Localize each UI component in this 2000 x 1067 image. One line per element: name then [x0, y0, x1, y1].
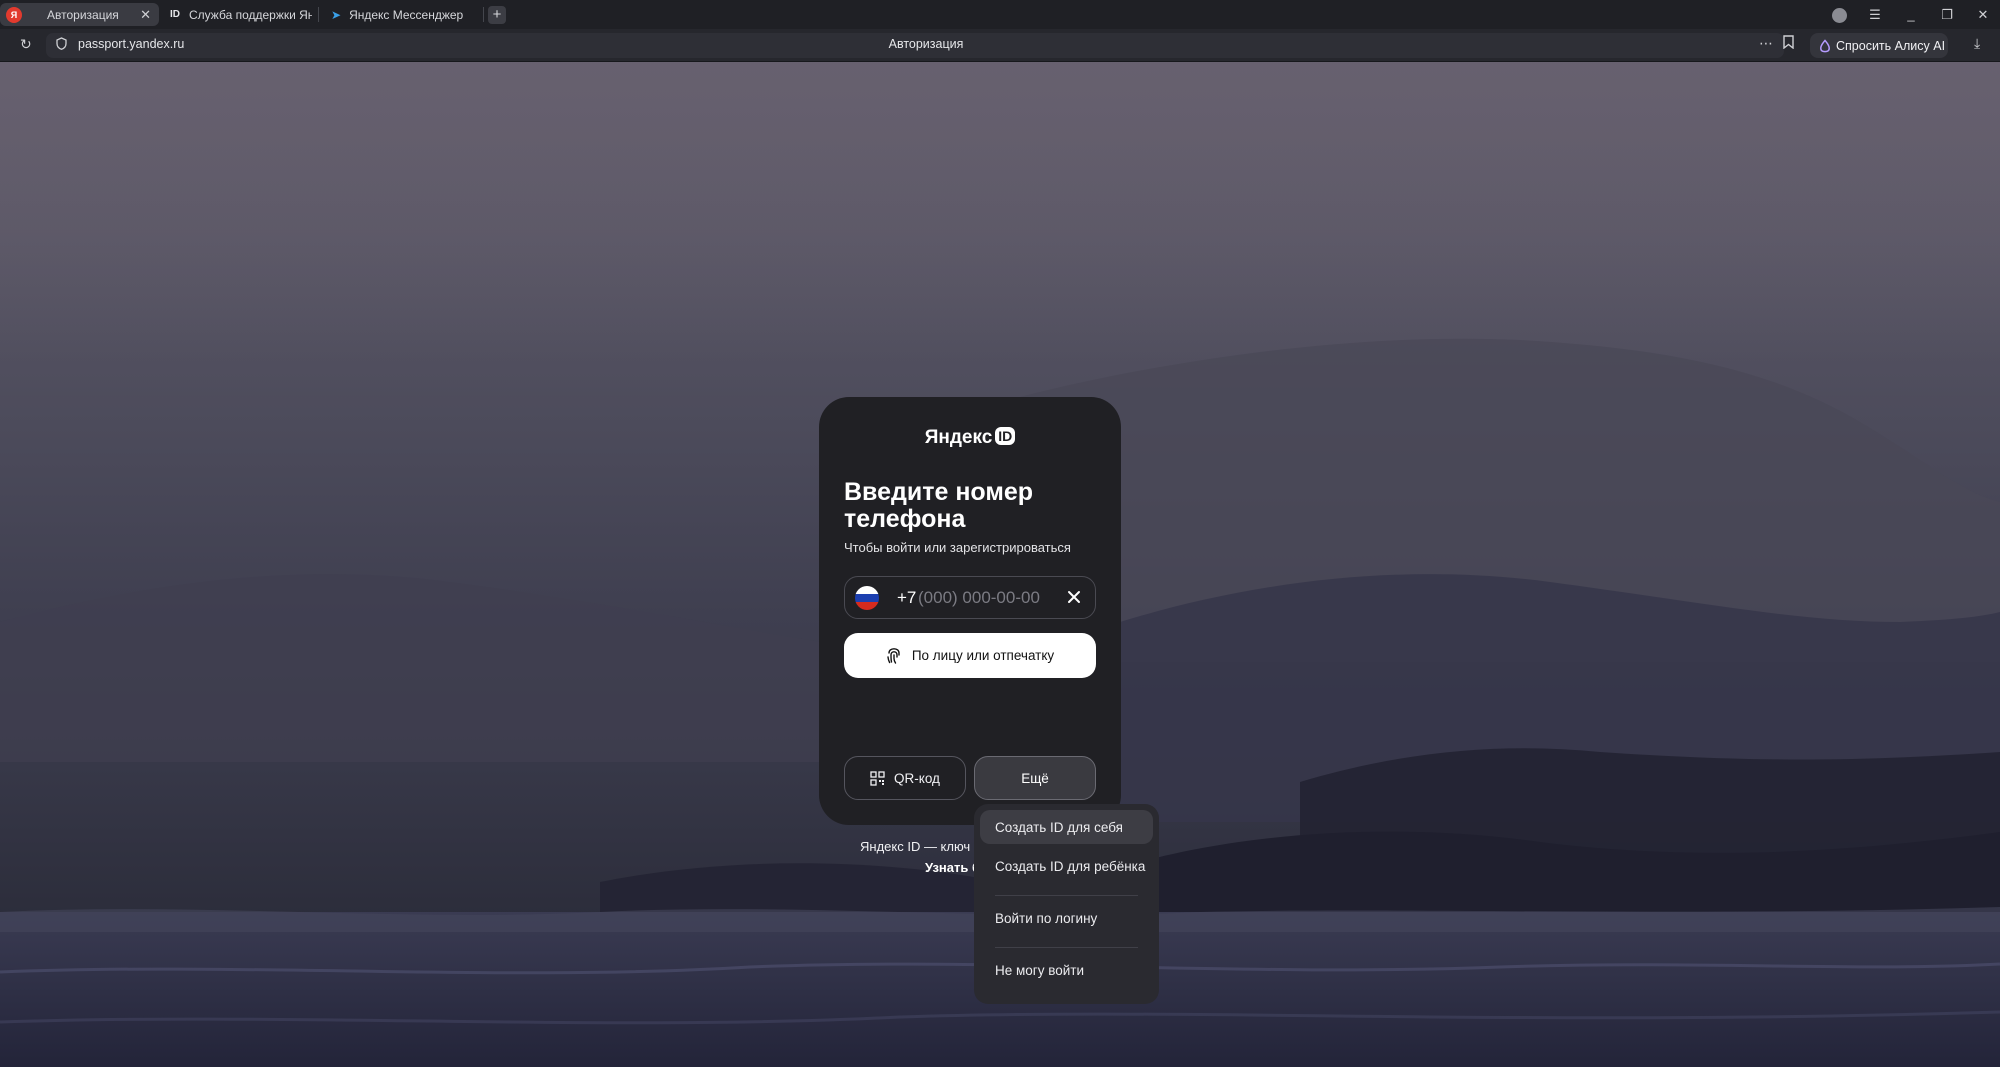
yandex-id-icon: ID — [170, 9, 180, 20]
close-icon[interactable]: ✕ — [140, 7, 151, 23]
restore-icon[interactable]: ❐ — [1938, 6, 1956, 24]
page-title: Авторизация — [888, 37, 964, 51]
menu-item-create-id-self[interactable]: Создать ID для себя — [980, 810, 1153, 844]
phone-input[interactable] — [918, 585, 1068, 611]
yandex-id-logo: Яндекс ID — [819, 427, 1121, 449]
phone-field[interactable]: +7 — [844, 576, 1096, 619]
minimize-icon[interactable]: _ — [1902, 6, 1920, 24]
tab-authorization[interactable]: Я Авторизация ✕ — [0, 3, 159, 26]
ask-alice-label: Спросить Алису AI — [1836, 38, 1946, 53]
alice-icon — [1820, 38, 1830, 52]
page-subheading: Чтобы войти или зарегистрироваться — [844, 540, 1071, 555]
messenger-icon: ➤ — [331, 7, 342, 22]
tab-label: Авторизация — [47, 7, 119, 22]
menu-divider — [995, 947, 1138, 948]
menu-item-label: Не могу войти — [995, 962, 1085, 978]
tab-support[interactable]: ID Служба поддержки Яндекс — [170, 3, 312, 26]
menu-item-login-by-username[interactable]: Войти по логину — [980, 901, 1153, 935]
login-card: Яндекс ID Введите номер телефона Чтобы во… — [819, 397, 1121, 825]
tab-label: Служба поддержки Яндекс — [189, 7, 312, 22]
menu-item-cant-login[interactable]: Не могу войти — [980, 953, 1153, 987]
russia-flag-icon[interactable] — [855, 586, 879, 610]
clear-icon[interactable] — [1065, 588, 1083, 606]
more-options-menu: Создать ID для себя Создать ID для ребён… — [974, 804, 1159, 1004]
menu-item-label: Войти по логину — [995, 910, 1098, 926]
ask-alice-button[interactable]: Спросить Алису AI — [1810, 33, 1948, 58]
qr-code-icon — [870, 770, 885, 786]
menu-icon[interactable]: ☰ — [1866, 6, 1884, 24]
profile-avatar-icon[interactable] — [1830, 6, 1848, 24]
tab-separator — [483, 7, 484, 22]
page-heading: Введите номер телефона — [844, 478, 1034, 533]
yandex-browser-icon: Я — [6, 6, 22, 23]
brand-name: Яндекс — [924, 427, 993, 448]
country-code: +7 — [897, 588, 917, 607]
more-options-button[interactable]: Ещё — [974, 756, 1096, 800]
tab-separator — [318, 7, 319, 22]
tab-label: Яндекс Мессенджер — [349, 7, 464, 22]
bookmark-icon[interactable] — [1783, 35, 1794, 52]
address-bar-row: ↻ passport.yandex.ru Авторизация ⋯ Спрос… — [0, 29, 2000, 62]
biometric-login-button[interactable]: По лицу или отпечатку — [844, 633, 1096, 678]
menu-item-label: Создать ID для ребёнка — [995, 858, 1146, 874]
fingerprint-icon — [887, 647, 900, 664]
brand-badge: ID — [995, 427, 1016, 445]
biometric-login-label: По лицу или отпечатку — [911, 648, 1055, 663]
footer-description: Яндекс ID — ключ д — [860, 839, 982, 854]
browser-tab-strip: Я Авторизация ✕ ID Служба поддержки Янде… — [0, 0, 2000, 29]
menu-divider — [995, 895, 1138, 896]
downloads-icon[interactable]: ⤓ — [1974, 35, 1980, 52]
tab-messenger[interactable]: ➤ Яндекс Мессенджер — [331, 3, 481, 26]
menu-item-create-id-child[interactable]: Создать ID для ребёнка — [980, 849, 1153, 883]
qr-code-button[interactable]: QR-код — [844, 756, 966, 800]
more-actions-icon[interactable]: ⋯ — [1759, 35, 1773, 52]
menu-item-label: Создать ID для себя — [995, 819, 1123, 835]
footer-learn-more-link[interactable]: Узнать б — [925, 860, 980, 875]
qr-code-label: QR-код — [894, 770, 940, 786]
new-tab-button[interactable]: + — [488, 6, 506, 24]
more-options-label: Ещё — [1021, 770, 1049, 786]
close-window-icon[interactable]: ✕ — [1974, 6, 1992, 24]
